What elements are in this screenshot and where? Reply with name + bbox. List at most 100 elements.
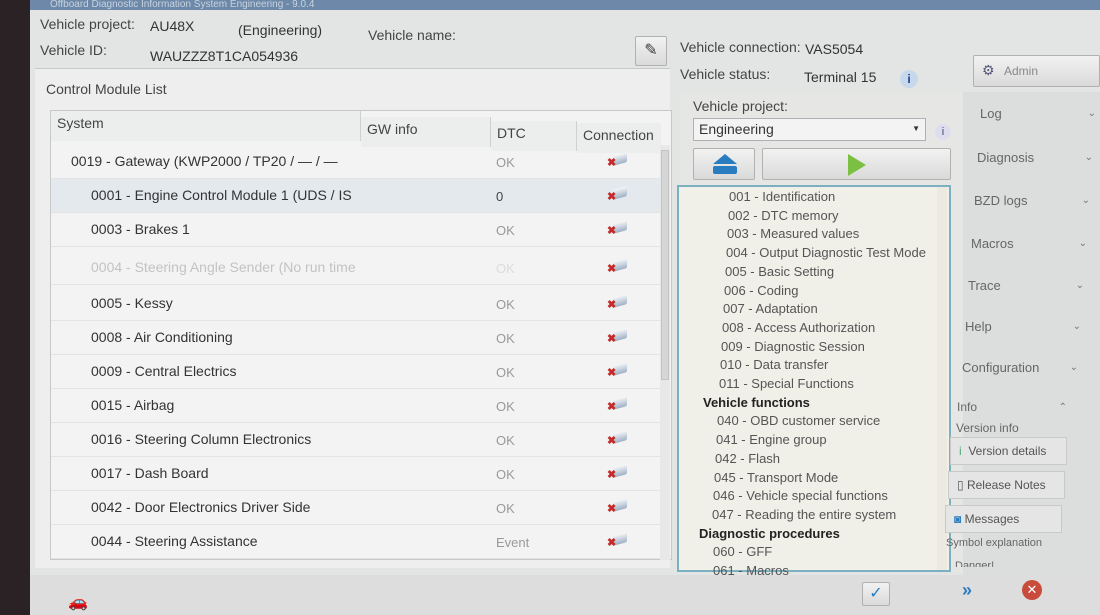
sidebar-item-log[interactable]: Log ⌄ xyxy=(980,106,1100,121)
tree-item[interactable]: 045 - Transport Mode xyxy=(714,470,838,485)
table-row[interactable]: 0015 - Airbag OK ✖ xyxy=(51,389,661,423)
edit-icon: ✎ xyxy=(644,42,658,59)
vehicle-id-value: WAUZZZ8T1CA054936 xyxy=(150,48,299,64)
version-details-button[interactable]: i Version details xyxy=(950,437,1067,465)
chevron-up-icon: ⌃ xyxy=(1058,402,1067,413)
system-name: 0008 - Air Conditioning xyxy=(91,329,233,345)
table-row[interactable]: 0017 - Dash Board OK ✖ xyxy=(51,457,661,491)
tree-item[interactable]: 040 - OBD customer service xyxy=(717,413,880,428)
version-details-label: Version details xyxy=(968,444,1047,458)
column-system[interactable]: System xyxy=(51,111,361,141)
tree-item[interactable]: 003 - Measured values xyxy=(727,226,859,241)
tree-item[interactable]: 005 - Basic Setting xyxy=(725,264,834,279)
connection-error-icon: ✖ xyxy=(607,498,627,515)
vehicle-project-label: Vehicle project: xyxy=(40,16,135,32)
vehicle-project-dropdown[interactable]: Engineering ▼ xyxy=(693,118,926,141)
project-type: (Engineering) xyxy=(238,22,323,38)
admin-label: Admin xyxy=(1004,64,1039,78)
vehicle-project-value: AU48X xyxy=(150,18,195,34)
chevron-down-icon: ⌄ xyxy=(1084,152,1093,163)
chevron-down-icon: ⌄ xyxy=(1069,362,1078,373)
bottom-toolbar xyxy=(30,575,1100,615)
sidebar-item-label: Help xyxy=(965,319,992,334)
sidebar-item-diagnosis[interactable]: Diagnosis ⌄ xyxy=(977,150,1100,165)
tree-group-diagnostic-procedures[interactable]: Diagnostic procedures xyxy=(699,526,840,541)
tree-item[interactable]: 001 - Identification xyxy=(729,189,835,204)
forward-icon[interactable]: » xyxy=(962,580,972,601)
table-row[interactable]: 0001 - Engine Control Module 1 (UDS / IS… xyxy=(51,179,661,213)
module-list-scroll-thumb[interactable] xyxy=(661,150,669,380)
confirm-icon[interactable]: ✓ xyxy=(862,582,890,606)
column-gw-info[interactable]: GW info xyxy=(361,117,491,147)
dtc-status: OK xyxy=(496,155,515,170)
dtc-status: OK xyxy=(496,331,515,346)
system-name: 0001 - Engine Control Module 1 (UDS / IS xyxy=(91,187,352,203)
tree-item[interactable]: 041 - Engine group xyxy=(716,432,827,447)
system-name: 0003 - Brakes 1 xyxy=(91,221,190,237)
table-row[interactable]: 0004 - Steering Angle Sender (No run tim… xyxy=(51,251,661,285)
connection-error-icon: ✖ xyxy=(607,396,627,413)
tree-item[interactable]: 042 - Flash xyxy=(715,451,780,466)
start-button[interactable] xyxy=(762,148,951,180)
vehicle-status-label: Vehicle status: xyxy=(680,66,771,82)
symbol-explanation-label: Symbol explanation xyxy=(946,537,1043,549)
tree-item[interactable]: 009 - Diagnostic Session xyxy=(721,339,865,354)
tree-item[interactable]: 047 - Reading the entire system xyxy=(712,507,896,522)
table-row[interactable]: 0042 - Door Electronics Driver Side OK ✖ xyxy=(51,491,661,525)
tree-item[interactable]: 011 - Special Functions xyxy=(719,376,854,391)
sidebar-item-bzd-logs[interactable]: BZD logs ⌄ xyxy=(974,193,1100,208)
play-icon xyxy=(848,154,866,176)
close-icon[interactable]: ✕ xyxy=(1022,580,1042,600)
tree-item[interactable]: 002 - DTC memory xyxy=(728,208,839,223)
dtc-status: OK xyxy=(496,433,515,448)
tree-item[interactable]: 046 - Vehicle special functions xyxy=(713,488,888,503)
dtc-status: OK xyxy=(496,261,515,276)
table-row[interactable]: 0019 - Gateway (KWP2000 / TP20 / — / — /… xyxy=(51,145,661,179)
release-notes-button[interactable]: ▯ Release Notes xyxy=(948,471,1065,499)
chevron-down-icon: ▼ xyxy=(912,124,920,133)
dtc-status: 0 xyxy=(496,189,504,204)
sidebar-item-trace[interactable]: Trace ⌄ xyxy=(968,278,1098,293)
table-row[interactable]: 0005 - Kessy OK ✖ xyxy=(51,287,661,321)
system-name: 0019 - Gateway (KWP2000 / TP20 / — / — /… xyxy=(71,153,341,169)
eject-button[interactable] xyxy=(693,148,755,180)
tree-group-vehicle-functions[interactable]: Vehicle functions xyxy=(703,395,810,410)
chevron-down-icon: ⌄ xyxy=(1081,195,1090,206)
edit-vehicle-button[interactable]: ✎ xyxy=(635,36,667,66)
system-name: 0017 - Dash Board xyxy=(91,465,209,481)
connection-error-icon: ✖ xyxy=(607,328,627,345)
table-row[interactable]: 0003 - Brakes 1 OK ✖ xyxy=(51,213,661,247)
system-name: 0009 - Central Electrics xyxy=(91,363,237,379)
dtc-status: OK xyxy=(496,501,515,516)
system-name: 0016 - Steering Column Electronics xyxy=(91,431,312,447)
eject-icon xyxy=(713,154,737,164)
tree-item[interactable]: 010 - Data transfer xyxy=(720,357,828,372)
vehicle-id-label: Vehicle ID: xyxy=(40,42,107,58)
tree-item[interactable]: 006 - Coding xyxy=(724,283,798,298)
tree-item[interactable]: 004 - Output Diagnostic Test Mode xyxy=(726,245,926,260)
tree-item[interactable]: 007 - Adaptation xyxy=(723,301,818,316)
admin-button[interactable]: ⚙ Admin xyxy=(973,55,1100,87)
chevron-down-icon: ⌄ xyxy=(1087,108,1096,119)
table-row[interactable]: 0016 - Steering Column Electronics OK ✖ xyxy=(51,423,661,457)
sidebar-item-label: BZD logs xyxy=(974,193,1028,208)
sidebar-item-help[interactable]: Help ⌄ xyxy=(965,319,1095,334)
vehicle-icon[interactable]: 🚗 xyxy=(68,592,88,612)
sidebar-item-macros[interactable]: Macros ⌄ xyxy=(971,236,1100,251)
version-info-label: Version info xyxy=(956,421,1019,435)
sidebar-item-configuration[interactable]: Configuration ⌄ xyxy=(962,360,1092,375)
messages-button[interactable]: ◙ Messages xyxy=(945,505,1062,533)
table-row[interactable]: 0008 - Air Conditioning OK ✖ xyxy=(51,321,661,355)
connection-error-icon: ✖ xyxy=(607,464,627,481)
table-row[interactable]: 0044 - Steering Assistance Event ✖ xyxy=(51,525,661,559)
project-info-icon[interactable]: i xyxy=(935,124,951,140)
sidebar-item-label: Trace xyxy=(968,278,1001,293)
chevron-down-icon: ⌄ xyxy=(1075,280,1084,291)
sidebar-item-label: Configuration xyxy=(962,360,1040,375)
status-info-icon[interactable]: i xyxy=(900,70,918,88)
tree-item[interactable]: 008 - Access Authorization xyxy=(722,320,875,335)
sidebar-item-label: Diagnosis xyxy=(977,150,1035,165)
tree-item[interactable]: 060 - GFF xyxy=(713,544,772,559)
table-row[interactable]: 0009 - Central Electrics OK ✖ xyxy=(51,355,661,389)
sidebar-info-header[interactable]: Info ⌃ xyxy=(957,400,1087,414)
